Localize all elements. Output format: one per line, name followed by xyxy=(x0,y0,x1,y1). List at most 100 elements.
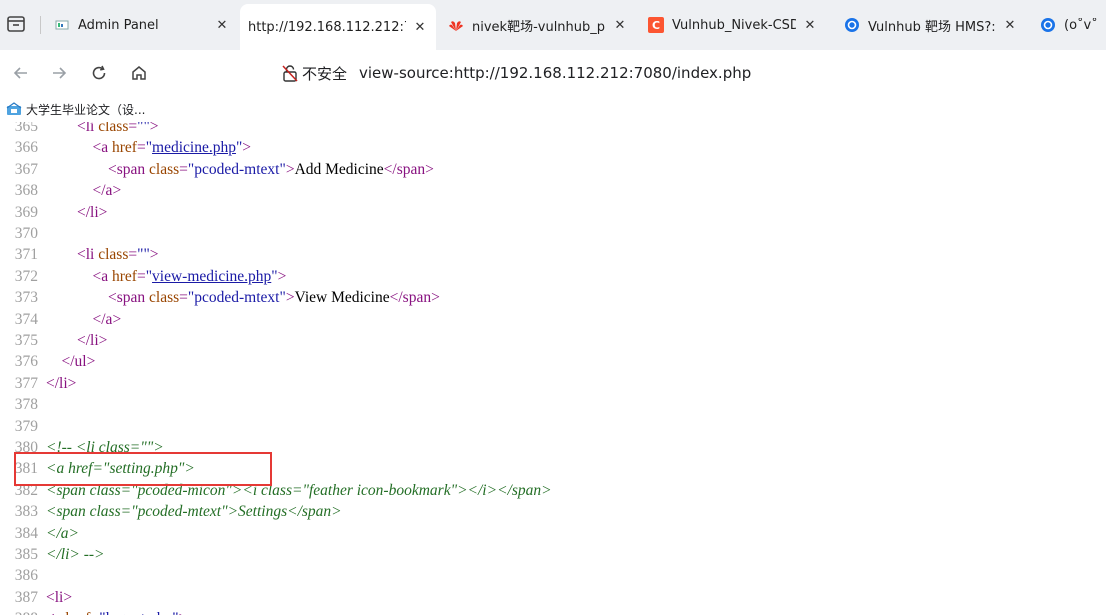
line-number: 377 xyxy=(14,374,38,392)
tab-strip: Admin Panel ✕ http://192.168.112.212:7 ✕… xyxy=(0,0,1106,50)
source-line: 374 </a> xyxy=(0,309,121,330)
bing-favicon-icon xyxy=(1040,17,1056,33)
line-code: <span class="pcoded-mtext">Add Medicine<… xyxy=(108,160,434,178)
source-line: 373 <span class="pcoded-mtext">View Medi… xyxy=(0,287,440,308)
address-bar[interactable]: 不安全 view-source:http://192.168.112.212:7… xyxy=(282,58,1102,88)
line-number: 384 xyxy=(14,524,38,542)
reload-icon[interactable] xyxy=(86,60,112,86)
line-code: </li> xyxy=(77,332,108,349)
tab-nivek-vulnhub[interactable]: nivek靶场-vulnhub_p ✕ xyxy=(440,6,636,44)
bing-favicon-icon xyxy=(844,17,860,33)
source-line: 380 <!-- <li class=""> xyxy=(0,437,164,458)
line-code: <li> xyxy=(46,588,73,606)
line-number: 385 xyxy=(14,546,38,563)
bookmark-item[interactable]: 大学生毕业论文（设... xyxy=(6,101,145,118)
line-number: 382 xyxy=(14,481,38,499)
source-line: 376 </ul> xyxy=(0,351,96,372)
tab-label: Vulnhub_Nivek-CSDI xyxy=(672,17,796,33)
source-line: 383 <span class="pcoded-mtext">Settings</… xyxy=(0,501,342,522)
line-code: <!-- <li class=""> xyxy=(46,439,164,456)
line-number: 378 xyxy=(14,396,38,414)
line-code: </li> xyxy=(77,203,108,221)
source-line: 372 <a href="view-medicine.php"> xyxy=(0,266,287,287)
tab-partial[interactable]: (o˚v˚). xyxy=(1032,6,1106,44)
source-line: 365 <li class=""> xyxy=(0,122,159,137)
line-code: </a> xyxy=(46,524,79,542)
close-icon[interactable]: ✕ xyxy=(412,20,428,35)
security-label: 不安全 xyxy=(302,64,348,83)
line-number: 370 xyxy=(14,225,38,242)
source-line: 378 xyxy=(0,394,46,415)
close-icon[interactable]: ✕ xyxy=(802,18,818,33)
tab-separator xyxy=(40,16,41,34)
source-line: 367 <span class="pcoded-mtext">Add Medic… xyxy=(0,159,434,180)
line-code: <li class=""> xyxy=(77,246,159,264)
line-code: </li> xyxy=(46,374,77,392)
tab-csdn[interactable]: C Vulnhub_Nivek-CSDI ✕ xyxy=(640,6,826,44)
admin-favicon-icon xyxy=(54,17,70,33)
line-number: 373 xyxy=(14,289,38,307)
source-line: 385 </li> --> xyxy=(0,544,105,565)
tab-label: Admin Panel xyxy=(78,17,159,33)
security-indicator[interactable]: 不安全 xyxy=(282,63,347,84)
line-number: 369 xyxy=(14,203,38,221)
bookmarks-bar: 大学生毕业论文（设... xyxy=(0,96,1106,122)
source-line: 369 </li> xyxy=(0,202,108,223)
line-number: 375 xyxy=(14,332,38,349)
line-code: <span class="pcoded-mtext">View Medicine… xyxy=(108,289,440,307)
source-line: 387 <li> xyxy=(0,587,72,608)
insecure-lock-icon xyxy=(282,65,298,82)
tab-label: http://192.168.112.212:7 xyxy=(248,19,406,35)
tab-view-source[interactable]: http://192.168.112.212:7 ✕ xyxy=(240,4,436,50)
source-line: 386 xyxy=(0,565,46,586)
source-view: 365 <li class=""> 366 <a href="medicine.p… xyxy=(0,122,1106,615)
line-code: </ul> xyxy=(61,353,96,371)
line-number: 374 xyxy=(14,310,38,328)
navigation-bar: 不安全 view-source:http://192.168.112.212:7… xyxy=(0,50,1106,96)
line-number: 376 xyxy=(14,353,38,371)
close-icon[interactable]: ✕ xyxy=(1002,18,1018,33)
source-line: 382 <span class="pcoded-micon"><i class="… xyxy=(0,480,552,501)
line-code: <span class="pcoded-micon"><i class="fea… xyxy=(46,481,552,499)
line-number: 383 xyxy=(14,503,38,521)
tab-label: (o˚v˚). xyxy=(1064,17,1098,33)
tab-vulnhub-hms[interactable]: Vulnhub 靶场 HMS?: ✕ xyxy=(836,6,1026,44)
bookmark-label: 大学生毕业论文（设... xyxy=(26,102,146,117)
source-line: 384 </a> xyxy=(0,523,79,544)
line-number: 381 xyxy=(14,460,38,478)
line-number: 366 xyxy=(14,139,38,157)
line-code: <a href="setting.php"> xyxy=(46,460,195,478)
huawei-favicon-icon xyxy=(448,17,464,33)
line-code: </a> xyxy=(92,310,122,328)
home-icon[interactable] xyxy=(126,60,152,86)
tab-admin-panel[interactable]: Admin Panel ✕ xyxy=(46,6,238,44)
source-line: 379 xyxy=(0,416,46,437)
source-line: 388<a href="logout.php"> xyxy=(0,608,188,615)
tab-search-icon[interactable] xyxy=(4,12,28,36)
line-code: <li class=""> xyxy=(77,122,159,135)
line-number: 368 xyxy=(14,182,38,200)
line-number: 371 xyxy=(14,246,38,264)
url-text[interactable]: view-source:http://192.168.112.212:7080/… xyxy=(359,64,751,82)
line-code: </li> --> xyxy=(46,546,105,563)
close-icon[interactable]: ✕ xyxy=(612,18,628,33)
line-number: 380 xyxy=(14,439,38,456)
close-icon[interactable]: ✕ xyxy=(214,18,230,33)
line-code: <span class="pcoded-mtext">Settings</spa… xyxy=(46,503,342,521)
line-number: 388 xyxy=(0,608,46,615)
source-line: 377 </li> xyxy=(0,373,77,394)
source-line: 381 <a href="setting.php"> xyxy=(0,458,195,479)
source-line: 375 </li> xyxy=(0,330,108,351)
line-code: <a href="view-medicine.php"> xyxy=(92,267,287,285)
back-icon[interactable] xyxy=(8,60,34,86)
line-code: <a href="logout.php"> xyxy=(46,610,187,615)
line-code: </a> xyxy=(92,182,122,200)
source-line: 366 <a href="medicine.php"> xyxy=(0,137,251,158)
csdn-favicon-icon: C xyxy=(648,17,664,33)
source-line: 370 xyxy=(0,223,46,244)
line-number: 365 xyxy=(14,122,38,135)
line-code: <a href="medicine.php"> xyxy=(92,139,252,157)
forward-icon[interactable] xyxy=(46,60,72,86)
source-line: 368 </a> xyxy=(0,180,121,201)
line-number: 386 xyxy=(14,567,38,585)
